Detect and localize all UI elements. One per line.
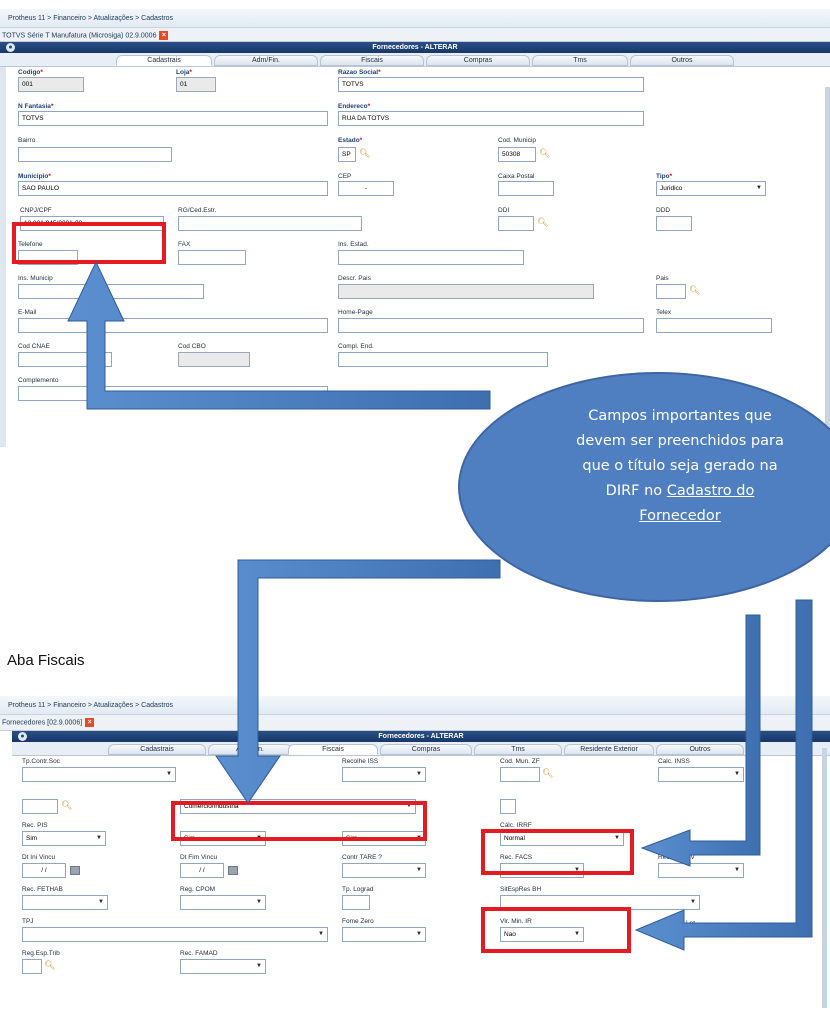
callout-line-2: devem ser preenchidos para	[576, 433, 784, 449]
callout-line-1: Campos importantes que	[588, 408, 772, 424]
arrow-to-cnpj	[67, 260, 491, 410]
arrow-to-vlr-min-ir	[634, 599, 813, 951]
arrow-to-grp-trib	[215, 559, 501, 804]
callout-text: Campos importantes que devem ser preench…	[540, 404, 820, 529]
callout-line-4-plain: DIRF no	[605, 483, 667, 499]
callout-link-cadastro: Cadastro do	[666, 483, 755, 499]
callout-line-4: DIRF no Cadastro do	[540, 479, 820, 504]
callout-link-fornecedor: Fornecedor	[639, 508, 721, 524]
arrow-to-calc-irrf	[640, 614, 761, 867]
callout-line-3: que o título seja gerado na	[582, 458, 778, 474]
